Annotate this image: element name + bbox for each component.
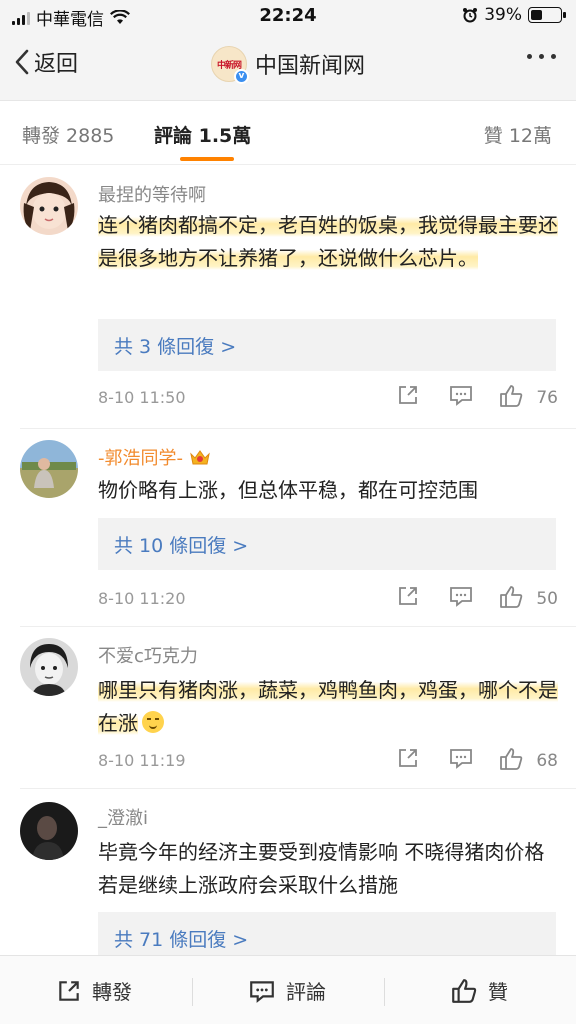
comment-text-content: 哪里只有猪肉涨，蔬菜，鸡鸭鱼肉，鸡蛋，哪个不是在涨 — [98, 678, 558, 735]
like-count: 68 — [536, 751, 558, 771]
comment-meta: 8-10 11:50 76 — [98, 383, 558, 413]
comment-time: 8-10 11:50 — [98, 388, 186, 407]
divider — [20, 428, 576, 429]
comment-text-content: 连个猪肉都搞不定，老百姓的饭桌，我觉得最主要还是很多地方不让养猪了，还说做什么芯… — [98, 213, 558, 270]
comment-meta: 8-10 11:19 68 — [98, 746, 558, 776]
like-icon[interactable] — [498, 584, 524, 610]
avatar[interactable] — [20, 802, 78, 860]
like-count: 50 — [536, 589, 558, 609]
like-icon[interactable] — [498, 746, 524, 772]
tab-bar: 轉發 2885 評論 1.5萬 贊 12萬 — [0, 100, 576, 165]
username-text: -郭浩同学- — [98, 448, 183, 469]
comment-text: 哪里只有猪肉涨，蔬菜，鸡鸭鱼肉，鸡蛋，哪个不是在涨 — [98, 674, 558, 740]
comment-username[interactable]: 不爱c巧克力 — [98, 642, 198, 668]
share-icon[interactable] — [396, 746, 420, 770]
avatar[interactable] — [20, 177, 78, 235]
divider — [20, 788, 576, 789]
emoji-icon — [142, 711, 164, 733]
share-icon[interactable] — [396, 584, 420, 608]
comment-text: 物价略有上涨，但总体平稳，都在可控范围 — [98, 478, 478, 502]
comment-meta: 8-10 11:20 50 — [98, 584, 558, 614]
comment-button[interactable]: 評論 — [248, 976, 326, 1005]
comment-icon[interactable] — [448, 584, 474, 608]
more-dot-icon — [527, 54, 532, 59]
account-avatar: 中新网 v — [210, 46, 249, 84]
comment-time: 8-10 11:20 — [98, 589, 186, 608]
divider — [192, 978, 193, 1006]
divider — [20, 626, 576, 627]
share-icon[interactable] — [396, 383, 420, 407]
more-dot-icon — [539, 54, 544, 59]
vip-crown-icon — [190, 450, 210, 465]
comment-icon[interactable] — [448, 383, 474, 407]
comment-time: 8-10 11:19 — [98, 751, 186, 770]
replies-link[interactable]: 共 10 條回復 > — [98, 518, 556, 570]
like-count: 76 — [536, 388, 558, 408]
comment-text: 毕竟今年的经济主要受到疫情影响 不晓得猪肉价格若是继续上涨政府会采取什么措施 — [98, 840, 545, 897]
tab-repost[interactable]: 轉發 2885 — [22, 121, 114, 148]
nav-bar: 返回 中新网 v 中国新闻网 — [0, 32, 576, 100]
account-name: 中国新闻网 — [254, 54, 365, 79]
active-tab-indicator — [180, 157, 234, 161]
verified-badge-icon: v — [233, 69, 249, 84]
like-label: 贊 — [488, 980, 508, 1004]
account-title[interactable]: 中新网 v 中国新闻网 — [0, 46, 576, 84]
like-button[interactable]: 贊 — [450, 976, 508, 1005]
tab-likes[interactable]: 贊 12萬 — [484, 121, 552, 148]
share-icon — [59, 980, 79, 1001]
like-icon[interactable] — [498, 383, 524, 409]
comment-text: 连个猪肉都搞不定，老百姓的饭桌，我觉得最主要还是很多地方不让养猪了，还说做什么芯… — [98, 209, 558, 275]
more-dot-icon — [551, 54, 556, 59]
avatar[interactable] — [20, 638, 78, 696]
comment-username[interactable]: _澄澈i — [98, 804, 148, 830]
alarm-icon — [463, 8, 478, 23]
status-bar: 中華電信 22:24 39% — [0, 0, 576, 32]
repost-button[interactable]: 轉發 — [56, 976, 132, 1005]
avatar[interactable] — [20, 440, 78, 498]
more-options-button[interactable] — [527, 54, 556, 59]
comment-icon[interactable] — [448, 746, 474, 770]
comment-label: 評論 — [286, 980, 326, 1004]
bottom-action-bar: 轉發 評論 贊 — [0, 955, 576, 1024]
comment-icon — [250, 980, 274, 1003]
battery-icon — [528, 7, 566, 23]
replies-link[interactable]: 共 3 條回復 > — [98, 319, 556, 371]
repost-label: 轉發 — [92, 980, 132, 1004]
logo-text: 中新网 — [216, 60, 242, 71]
battery-percent: 39% — [484, 5, 522, 25]
tab-comments[interactable]: 評論 1.5萬 — [154, 121, 251, 148]
comment-username[interactable]: -郭浩同学- — [98, 444, 211, 470]
comment-username[interactable]: 最捏的等待啊 — [98, 181, 206, 207]
like-icon — [452, 978, 477, 1003]
divider — [384, 978, 385, 1006]
